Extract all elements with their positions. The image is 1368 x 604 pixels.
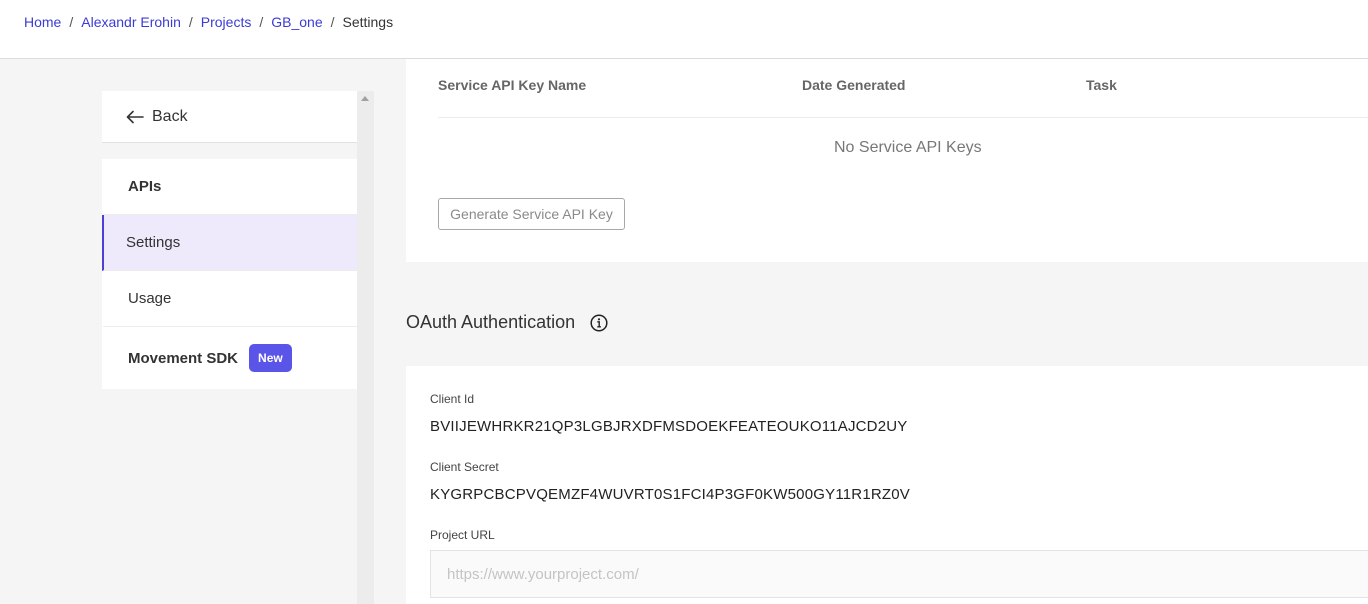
client-secret-label: Client Secret: [430, 460, 499, 474]
sidebar-item-label: Movement SDK: [128, 349, 239, 367]
scroll-up-arrow-icon[interactable]: [361, 96, 369, 101]
project-url-input[interactable]: [430, 550, 1368, 598]
sidebar-scrollbar[interactable]: [357, 91, 374, 604]
empty-state-text: No Service API Keys: [834, 139, 982, 156]
column-header-date-generated: Date Generated: [802, 77, 906, 93]
sidebar-item-label: APIs: [128, 178, 162, 195]
breadcrumb-project[interactable]: GB_one: [271, 14, 322, 30]
project-url-label: Project URL: [430, 528, 495, 542]
sidebar: Back APIs Settings Usage Movement SDK Ne…: [102, 91, 357, 389]
client-id-value: BVIIJEWHRKR21QP3LGBJRXDFMSDOEKFEATEOUKO1…: [430, 418, 908, 435]
sidebar-item-label: Settings: [126, 234, 181, 251]
client-secret-value: KYGRPCBCPVQEMZF4WUVRT0S1FCI4P3GF0KW500GY…: [430, 486, 911, 503]
arrow-left-icon: [126, 110, 144, 123]
oauth-card: Client Id BVIIJEWHRKR21QP3LGBJRXDFMSDOEK…: [406, 366, 1368, 604]
breadcrumb-separator: /: [259, 14, 264, 30]
column-header-key-name: Service API Key Name: [438, 77, 587, 93]
breadcrumb-separator: /: [69, 14, 74, 30]
column-header-task: Task: [1086, 77, 1117, 93]
breadcrumb-separator: /: [330, 14, 335, 30]
client-id-label: Client Id: [430, 392, 475, 406]
sidebar-item-movement-sdk[interactable]: Movement SDK New: [102, 327, 357, 389]
sidebar-item-usage[interactable]: Usage: [102, 271, 357, 327]
sidebar-item-label: Usage: [128, 290, 172, 307]
breadcrumb-current: Settings: [342, 14, 394, 30]
sidebar-item-apis[interactable]: APIs: [102, 159, 357, 215]
back-label: Back: [152, 107, 188, 125]
generate-service-api-key-button[interactable]: Generate Service API Key: [438, 198, 625, 230]
oauth-title: OAuth Authentication: [406, 312, 576, 332]
breadcrumb-user[interactable]: Alexandr Erohin: [81, 14, 181, 30]
new-badge: New: [249, 344, 292, 372]
table-divider: [438, 117, 1368, 118]
breadcrumb-projects[interactable]: Projects: [201, 14, 252, 30]
service-api-keys-card: Service API Key Name Date Generated Task…: [406, 59, 1368, 262]
sidebar-item-settings[interactable]: Settings: [102, 215, 357, 271]
breadcrumb: Home / Alexandr Erohin / Projects / GB_o…: [24, 14, 393, 30]
info-icon[interactable]: [590, 313, 608, 332]
breadcrumb-separator: /: [188, 14, 193, 30]
back-button[interactable]: Back: [102, 91, 357, 143]
sidebar-nav: APIs Settings Usage Movement SDK New: [102, 159, 357, 389]
top-bar: Home / Alexandr Erohin / Projects / GB_o…: [0, 0, 1368, 59]
oauth-section-header: OAuth Authentication: [406, 312, 608, 333]
breadcrumb-home[interactable]: Home: [24, 14, 61, 30]
